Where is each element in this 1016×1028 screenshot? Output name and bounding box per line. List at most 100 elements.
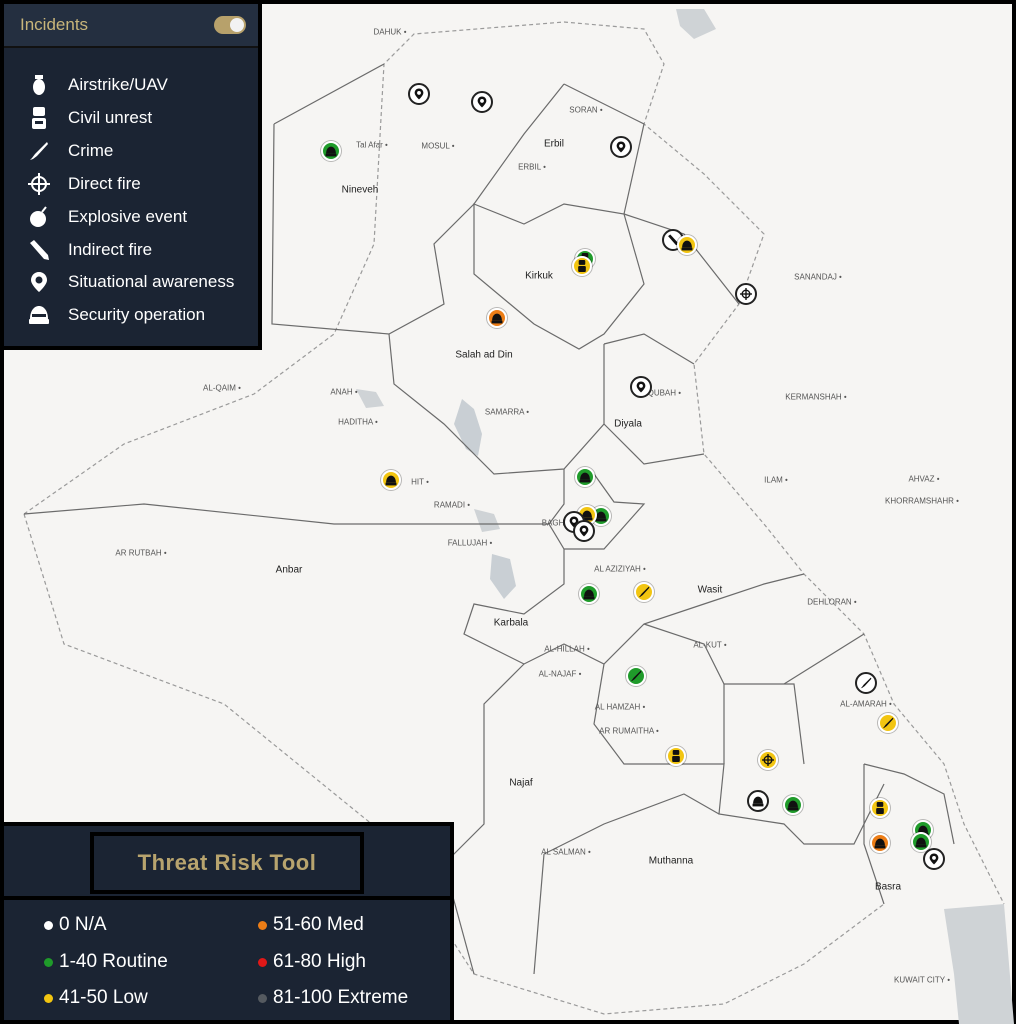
direct-fire-marker[interactable] (735, 283, 757, 305)
city-label: AR RUMAITHA • (599, 726, 659, 736)
level-dot (44, 993, 53, 1003)
legend-item-crime[interactable]: Crime (26, 140, 113, 162)
situational-awareness-marker[interactable] (573, 520, 595, 542)
situational-awareness-marker[interactable] (471, 91, 493, 113)
divider (4, 896, 450, 900)
region-label: Najaf (509, 777, 533, 789)
situational-awareness-icon (26, 271, 52, 293)
region-label: Wasit (697, 584, 723, 596)
legend-item-explosive[interactable]: Explosive event (26, 206, 187, 228)
city-label: RAMADI • (433, 500, 471, 510)
crime-marker[interactable] (634, 582, 654, 602)
level-med: 51-60 Med (258, 914, 364, 936)
security-operation-icon (915, 837, 927, 847)
city-label: KUWAIT CITY • (894, 975, 950, 985)
civil-unrest-marker[interactable] (870, 798, 890, 818)
legend-item-indirect-fire[interactable]: Indirect fire (26, 239, 152, 261)
city-label: HADITHA • (338, 417, 378, 427)
crime-marker[interactable] (855, 672, 877, 694)
legend-label: Direct fire (68, 174, 141, 193)
city-label: ILAM • (764, 475, 788, 485)
city-label: AL AZIZIYAH • (594, 564, 646, 574)
direct-fire-icon (740, 288, 752, 300)
level-dot (258, 920, 267, 930)
crime-marker[interactable] (626, 666, 646, 686)
incidents-toggle[interactable] (214, 16, 246, 34)
incidents-header: Incidents (4, 4, 258, 48)
city-label: AL HAMZAH • (594, 702, 646, 712)
security-operation-marker[interactable] (321, 141, 341, 161)
security-operation-marker[interactable] (487, 308, 507, 328)
legend-item-airstrike[interactable]: Airstrike/UAV (26, 74, 168, 96)
city-label: ERBIL • (518, 162, 546, 172)
city-label: AHVAZ • (908, 474, 940, 484)
crime-icon (26, 140, 52, 162)
security-operation-marker[interactable] (870, 833, 890, 853)
legend-item-civil-unrest[interactable]: Civil unrest (26, 107, 152, 129)
security-operation-icon (874, 838, 886, 848)
level-na: 0 N/A (44, 914, 107, 936)
city-label: KHORRAMSHAHR • (885, 496, 959, 506)
city-label: DEHLORAN • (807, 597, 857, 607)
level-dot (258, 957, 267, 967)
crime-icon (882, 717, 894, 729)
situational-awareness-icon (929, 853, 939, 865)
city-label: HIT • (411, 477, 429, 487)
city-label: SANANDAJ • (794, 272, 842, 282)
level-extreme: 81-100 Extreme (258, 987, 408, 1009)
situational-awareness-marker[interactable] (923, 848, 945, 870)
legend-item-direct-fire[interactable]: Direct fire (26, 173, 141, 195)
situational-awareness-icon (616, 141, 626, 153)
level-label: 51-60 Med (273, 914, 364, 935)
civil-unrest-icon (26, 107, 52, 129)
level-label: 61-80 High (273, 951, 366, 972)
legend-label: Crime (68, 141, 114, 160)
civil-unrest-icon (672, 750, 680, 762)
security-operation-icon (579, 472, 591, 482)
crime-marker[interactable] (878, 713, 898, 733)
legend-item-security-operation[interactable]: Security operation (26, 304, 205, 326)
city-label: AL-KUT • (693, 640, 727, 650)
security-operation-marker[interactable] (579, 584, 599, 604)
situational-awareness-marker[interactable] (630, 376, 652, 398)
level-dot (44, 920, 53, 930)
situational-awareness-marker[interactable] (610, 136, 632, 158)
situational-awareness-icon (579, 525, 589, 537)
crime-icon (860, 677, 872, 689)
legend-label: Airstrike/UAV (68, 75, 168, 94)
city-label: AL SALMAN • (541, 847, 591, 857)
security-operation-marker[interactable] (381, 470, 401, 490)
crime-icon (630, 670, 642, 682)
situational-awareness-icon (414, 88, 424, 100)
civil-unrest-marker[interactable] (572, 256, 592, 276)
incidents-panel: Incidents Airstrike/UAV Civil unrest Cri… (0, 0, 262, 350)
city-label: AL-HILLAH • (544, 644, 590, 654)
security-operation-marker[interactable] (677, 235, 697, 255)
region-label: Kirkuk (525, 270, 553, 282)
direct-fire-marker[interactable] (758, 750, 778, 770)
city-label: Tal Afar • (356, 140, 388, 150)
legend-item-situational-awareness[interactable]: Situational awareness (26, 271, 234, 293)
situational-awareness-icon (636, 381, 646, 393)
civil-unrest-icon (876, 802, 884, 814)
city-label: SORAN • (569, 105, 603, 115)
legend-label: Indirect fire (68, 240, 153, 259)
level-dot (258, 993, 267, 1003)
security-operation-marker[interactable] (575, 467, 595, 487)
region-label: Salah ad Din (455, 349, 513, 361)
incidents-title: Incidents (20, 15, 89, 34)
civil-unrest-icon (578, 260, 586, 272)
level-routine: 1-40 Routine (44, 951, 168, 973)
legend-label: Security operation (68, 305, 206, 324)
legend-label: Explosive event (68, 207, 188, 226)
security-operation-marker[interactable] (747, 790, 769, 812)
level-label: 0 N/A (59, 914, 107, 935)
security-operation-marker[interactable] (783, 795, 803, 815)
threat-title-box: Threat Risk Tool (90, 832, 364, 894)
security-operation-icon (681, 240, 693, 250)
civil-unrest-marker[interactable] (666, 746, 686, 766)
airstrike-uav-icon (26, 74, 52, 96)
level-dot (44, 957, 53, 967)
city-label: SAMARRA • (484, 407, 530, 417)
situational-awareness-marker[interactable] (408, 83, 430, 105)
